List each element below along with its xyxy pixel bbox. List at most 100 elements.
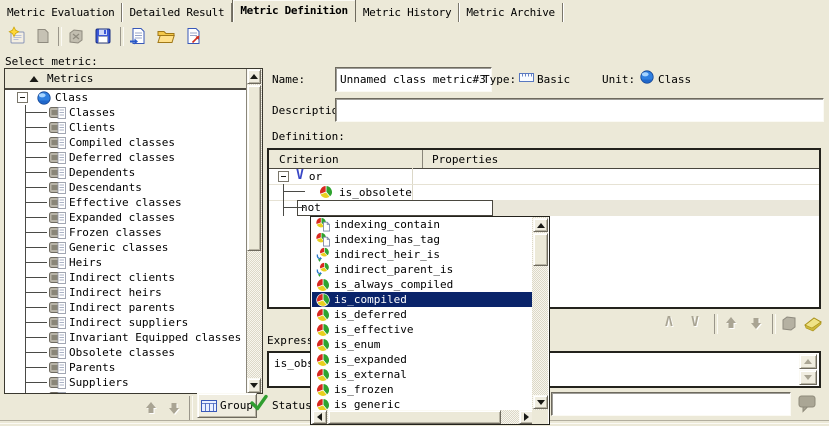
list-item[interactable]: Heirs xyxy=(5,255,247,270)
delete-metric-icon xyxy=(66,26,86,46)
copy-metric-button[interactable] xyxy=(33,26,53,46)
definition-row-or[interactable]: V or xyxy=(269,168,819,185)
save-metric-icon xyxy=(93,26,113,46)
name-input[interactable] xyxy=(335,67,492,92)
criterion-dropdown-list: indexing_contain indexing_has_tag indire… xyxy=(312,217,532,410)
insert-or-operator-button[interactable]: V xyxy=(691,315,699,330)
tab-detailed-result[interactable]: Detailed Result xyxy=(122,3,232,22)
name-label: Name: xyxy=(272,73,305,86)
metrics-list-scrollbar[interactable] xyxy=(246,69,262,393)
scrollbar-thumb[interactable] xyxy=(533,233,548,266)
metric-icon xyxy=(49,211,66,224)
collapse-expander-icon[interactable] xyxy=(278,171,289,182)
list-item[interactable]: Dependents xyxy=(5,165,247,180)
triangle-down-icon xyxy=(804,375,812,380)
dropdown-item[interactable]: is_enum xyxy=(312,337,532,352)
metric-label: Clients xyxy=(69,121,115,134)
dropdown-item[interactable]: is_frozen xyxy=(312,382,532,397)
list-item[interactable]: Clients xyxy=(5,120,247,135)
criterion-doc-icon xyxy=(315,232,331,247)
dropdown-item[interactable]: is_effective xyxy=(312,322,532,337)
delete-criterion-icon xyxy=(779,313,799,333)
dropdown-vertical-scrollbar[interactable] xyxy=(532,217,548,410)
dropdown-item[interactable]: indirect_heir_is xyxy=(312,247,532,262)
tab-metric-archive[interactable]: Metric Archive xyxy=(459,3,563,22)
list-item[interactable]: Generic classes xyxy=(5,240,247,255)
tab-bar: Metric Evaluation Detailed Result Metric… xyxy=(0,0,563,22)
criterion-column-header[interactable]: Criterion xyxy=(269,150,423,168)
tab-metric-history[interactable]: Metric History xyxy=(356,3,460,22)
dropdown-item[interactable]: is_always_compiled xyxy=(312,277,532,292)
tab-metric-evaluation[interactable]: Metric Evaluation xyxy=(0,3,122,22)
dropdown-item[interactable]: is_expanded xyxy=(312,352,532,367)
list-item[interactable]: Indirect heirs xyxy=(5,285,247,300)
list-item[interactable]: Suppliers xyxy=(5,375,247,390)
status-detail-input[interactable] xyxy=(551,392,791,416)
scroll-down-button[interactable] xyxy=(533,395,548,409)
list-item[interactable]: Expanded classes xyxy=(5,210,247,225)
tree-line xyxy=(25,360,49,375)
list-item[interactable]: Parents xyxy=(5,360,247,375)
dropdown-item[interactable]: indexing_contain xyxy=(312,217,532,232)
scroll-up-button[interactable] xyxy=(247,69,261,84)
scroll-left-button[interactable] xyxy=(312,410,327,424)
expression-scroll-up-button[interactable] xyxy=(799,354,817,369)
definition-row-is-obsolete[interactable]: is_obsolete xyxy=(269,184,819,201)
collapse-expander-icon[interactable] xyxy=(17,92,28,103)
dropdown-item[interactable]: is_deferred xyxy=(312,307,532,322)
open-metric-file-button[interactable] xyxy=(156,26,176,46)
move-metric-down-button[interactable] xyxy=(165,399,183,420)
down-arrow-icon xyxy=(165,399,183,417)
scroll-down-button[interactable] xyxy=(247,378,261,393)
list-item[interactable]: Descendants xyxy=(5,180,247,195)
dropdown-item[interactable]: is_generic xyxy=(312,397,532,410)
tree-line xyxy=(283,184,319,200)
dropdown-item[interactable]: is_external xyxy=(312,367,532,382)
list-item[interactable]: Indirect clients xyxy=(5,270,247,285)
import-metrics-button[interactable] xyxy=(128,26,148,46)
metric-label: Descendants xyxy=(69,181,142,194)
move-metric-up-button[interactable] xyxy=(142,399,160,420)
clear-definition-button[interactable] xyxy=(802,313,824,336)
save-metric-button[interactable] xyxy=(93,26,113,46)
triangle-up-icon xyxy=(250,74,258,79)
list-item[interactable]: Indirect parents xyxy=(5,300,247,315)
tree-root-class[interactable]: Class xyxy=(5,90,247,105)
new-metric-icon xyxy=(7,26,27,46)
dropdown-item-selected[interactable]: is_compiled xyxy=(312,292,532,307)
dropdown-item[interactable]: indexing_has_tag xyxy=(312,232,532,247)
list-item[interactable]: Obsolete classes xyxy=(5,345,247,360)
tree-line xyxy=(25,195,49,210)
definition-row-not[interactable]: not xyxy=(269,200,819,216)
list-item[interactable]: Invariant Equipped classes xyxy=(5,330,247,345)
comment-button[interactable] xyxy=(796,392,818,417)
scrollbar-thumb[interactable] xyxy=(247,85,261,251)
scrollbar-thumb[interactable] xyxy=(328,410,501,424)
tree-line xyxy=(25,150,49,165)
expression-scroll-down-button[interactable] xyxy=(799,370,817,385)
export-metrics-button[interactable] xyxy=(184,26,204,46)
new-metric-button[interactable] xyxy=(7,26,27,46)
list-item[interactable]: Indirect suppliers xyxy=(5,315,247,330)
tab-metric-definition[interactable]: Metric Definition xyxy=(232,0,355,22)
metrics-list-header[interactable]: Metrics xyxy=(5,69,247,90)
insert-and-operator-button[interactable]: Λ xyxy=(665,315,673,330)
properties-column-header[interactable]: Properties xyxy=(423,150,819,168)
list-item[interactable]: Classes xyxy=(5,105,247,120)
list-item[interactable]: Frozen classes xyxy=(5,225,247,240)
move-criterion-up-button[interactable] xyxy=(722,314,740,335)
delete-criterion-button[interactable] xyxy=(779,313,799,336)
list-item[interactable]: Compiled classes xyxy=(5,135,247,150)
scroll-up-button[interactable] xyxy=(533,218,548,232)
list-item[interactable]: Effective classes xyxy=(5,195,247,210)
list-item[interactable]: Deferred classes xyxy=(5,150,247,165)
dropdown-horizontal-scrollbar[interactable] xyxy=(312,410,534,424)
criterion-doc-icon xyxy=(315,217,331,232)
move-criterion-down-button[interactable] xyxy=(747,314,765,335)
description-input[interactable] xyxy=(335,98,824,122)
criterion-edit-box[interactable]: not xyxy=(297,200,493,216)
delete-metric-button[interactable] xyxy=(66,26,86,46)
dropdown-item[interactable]: indirect_parent_is xyxy=(312,262,532,277)
group-button[interactable]: Group xyxy=(197,393,257,418)
criterion-dropdown: indexing_contain indexing_has_tag indire… xyxy=(310,216,550,425)
